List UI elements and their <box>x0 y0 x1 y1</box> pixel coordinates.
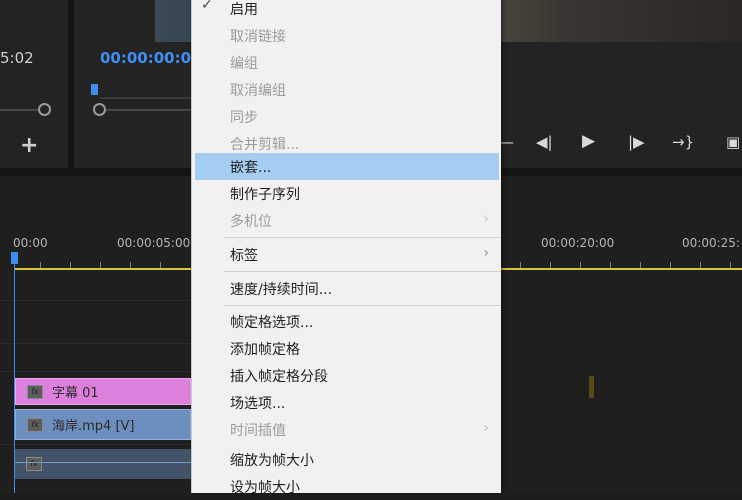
export-frame-icon[interactable]: ▣ <box>726 133 740 151</box>
step-back-icon[interactable]: ◀| <box>536 133 553 151</box>
title-clip-label: 字幕 01 <box>52 386 99 401</box>
menu-item-ungroup[interactable]: 取消编组 <box>192 77 501 103</box>
ruler-label: 00:00:25: <box>682 236 740 250</box>
menu-item-label: 场选项... <box>230 396 286 412</box>
video-clip-label: 海岸.mp4 [V] <box>52 419 135 434</box>
program-timecode[interactable]: 00:00:00:0 <box>100 49 191 67</box>
menu-item-insert-frame-hold-segment[interactable]: 插入帧定格分段 <box>192 363 501 389</box>
video-clip[interactable]: fx 海岸.mp4 [V] <box>15 409 191 440</box>
menu-item-unlink[interactable]: 取消链接 <box>192 23 501 49</box>
source-scrub-bar[interactable] <box>0 109 40 111</box>
menu-item-label: 缩放为帧大小 <box>230 453 314 469</box>
menu-item-scale-to-frame-size[interactable]: 缩放为帧大小 <box>192 447 501 473</box>
menu-item-label: 编组 <box>230 56 258 72</box>
menu-item-label: 制作子序列 <box>230 187 300 203</box>
timeline-marker <box>589 376 594 398</box>
menu-item-label: 插入帧定格分段 <box>230 369 328 385</box>
menu-item-label: 设为帧大小 <box>230 480 300 496</box>
menu-item-nest[interactable]: 嵌套... <box>195 153 499 180</box>
program-playhead-icon[interactable] <box>91 84 98 95</box>
plus-icon[interactable]: + <box>20 133 38 158</box>
audio-clip[interactable]: fx <box>15 449 191 479</box>
source-zoom-knob[interactable] <box>38 103 51 116</box>
checkmark-icon: ✓ <box>201 0 213 13</box>
menu-item-label-color[interactable]: 标签 › <box>192 242 501 268</box>
menu-item-group[interactable]: 编组 <box>192 50 501 76</box>
source-timecode[interactable]: 5:02 <box>0 49 34 67</box>
menu-item-time-interpolation[interactable]: 时间插值 › <box>192 417 501 443</box>
menu-item-multi-camera[interactable]: 多机位 › <box>192 208 501 234</box>
menu-item-make-subsequence[interactable]: 制作子序列 <box>192 181 501 207</box>
context-menu: ✓ 启用 取消链接 编组 取消编组 同步 合并剪辑... 嵌套... 制作子序列… <box>191 0 501 496</box>
step-forward-icon[interactable]: |▶ <box>628 133 645 151</box>
menu-item-label: 多机位 <box>230 214 272 230</box>
track-divider <box>0 300 190 301</box>
menu-item-field-options[interactable]: 场选项... <box>192 390 501 416</box>
menu-item-set-to-frame-size[interactable]: 设为帧大小 <box>192 474 501 500</box>
menu-item-label: 添加帧定格 <box>230 342 300 358</box>
title-clip[interactable]: fx 字幕 01 <box>15 378 191 405</box>
menu-item-label: 启用 <box>230 2 258 18</box>
submenu-arrow-icon: › <box>483 420 489 436</box>
menu-item-label: 标签 <box>230 248 258 264</box>
go-to-out-icon[interactable]: →} <box>672 133 694 151</box>
timeline-playhead-line[interactable] <box>14 260 15 493</box>
menu-item-label: 帧定格选项... <box>230 315 314 331</box>
trim-icon[interactable]: — <box>499 133 514 151</box>
menu-item-synchronize[interactable]: 同步 <box>192 104 501 130</box>
audio-level-line <box>15 462 191 463</box>
submenu-arrow-icon: › <box>483 211 489 227</box>
menu-item-label: 取消链接 <box>230 29 286 45</box>
ruler-label: 00:00:20:00 <box>541 236 615 250</box>
ruler-label: 00:00:05:00 <box>117 236 191 250</box>
menu-item-add-frame-hold[interactable]: 添加帧定格 <box>192 336 501 362</box>
menu-separator <box>224 305 501 306</box>
fx-icon: fx <box>27 418 43 432</box>
menu-item-enable[interactable]: ✓ 启用 <box>192 0 501 22</box>
program-time-ruler[interactable] <box>100 97 191 99</box>
track-divider <box>0 444 190 445</box>
ruler-label: 00:00 <box>13 236 48 250</box>
play-icon[interactable]: ▶ <box>582 131 595 151</box>
fx-icon: fx <box>26 457 42 471</box>
menu-item-label: 合并剪辑... <box>230 137 300 153</box>
menu-separator <box>224 271 501 272</box>
menu-separator <box>224 237 501 238</box>
submenu-arrow-icon: › <box>483 245 489 261</box>
menu-item-label: 时间插值 <box>230 423 286 439</box>
menu-item-speed-duration[interactable]: 速度/持续时间... <box>192 276 501 302</box>
fx-icon: fx <box>27 385 43 399</box>
menu-item-frame-hold-options[interactable]: 帧定格选项... <box>192 309 501 335</box>
program-zoom-knob[interactable] <box>93 103 106 116</box>
track-divider <box>0 371 190 372</box>
menu-item-label: 嵌套... <box>230 160 272 176</box>
menu-item-label: 速度/持续时间... <box>230 282 333 298</box>
track-divider <box>0 343 190 344</box>
program-scrub-bar[interactable] <box>104 109 191 111</box>
menu-item-label: 同步 <box>230 110 258 126</box>
menu-item-label: 取消编组 <box>230 83 286 99</box>
